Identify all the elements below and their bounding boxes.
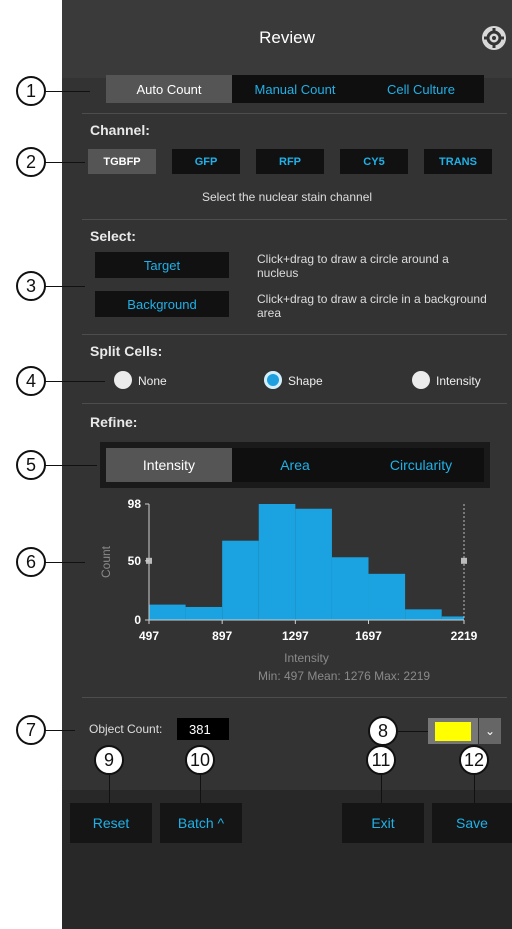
background-hint: Click+drag to draw a circle in a backgro… [257,292,487,320]
y-tick-label: 0 [134,613,141,627]
y-axis-label: Count [99,545,113,578]
channel-tgbfp[interactable]: TGBFP [88,149,156,174]
callout-leader [45,91,90,92]
callout-leader [109,775,110,803]
channel-trans[interactable]: TRANS [424,149,492,174]
callout-7: 7 [16,715,46,745]
callout-10: 10 [185,745,215,775]
callout-2: 2 [16,147,46,177]
callout-leader [45,562,85,563]
y-tick-label: 98 [128,497,142,511]
divider [82,403,507,404]
radio-none-label: None [138,374,167,388]
histogram-bar [441,616,464,620]
callout-12: 12 [459,745,489,775]
channel-gfp[interactable]: GFP [172,149,240,174]
object-count-label: Object Count: [89,722,163,736]
y-tick-label: 50 [128,554,142,568]
reset-button[interactable]: Reset [70,803,152,843]
callout-3: 3 [16,271,46,301]
callout-leader [398,731,428,732]
select-title: Select: [90,228,136,244]
histogram-bar [405,609,442,620]
callout-4: 4 [16,366,46,396]
histogram-bar [258,504,296,620]
tab-area[interactable]: Area [232,448,358,482]
max-threshold-handle [461,557,467,564]
exit-button[interactable]: Exit [342,803,424,843]
channel-hint: Select the nuclear stain channel [201,190,373,204]
callout-leader [381,775,382,803]
callout-5: 5 [16,450,46,480]
callout-1: 1 [16,76,46,106]
callout-9: 9 [94,745,124,775]
channel-title: Channel: [90,122,150,138]
callout-11: 11 [366,745,396,775]
chevron-down-icon[interactable]: ⌄ [479,718,501,744]
x-tick-label: 2219 [451,629,478,643]
callout-leader [45,162,85,163]
gear-icon[interactable] [482,26,506,50]
callout-leader [200,775,201,803]
tab-circularity[interactable]: Circularity [358,448,484,482]
callout-8: 8 [368,716,398,746]
x-tick-label: 497 [139,629,159,643]
callout-6: 6 [16,547,46,577]
x-tick-label: 1297 [282,629,309,643]
radio-none[interactable] [114,371,132,389]
batch-button[interactable]: Batch ^ [160,803,242,843]
tab-manual-count[interactable]: Manual Count [232,75,358,103]
color-swatch[interactable] [435,722,471,741]
refine-title: Refine: [90,414,138,430]
mode-tabs: Auto Count Manual Count Cell Culture [106,75,484,103]
save-button[interactable]: Save [432,803,512,843]
header: Review [62,0,512,78]
x-tick-label: 897 [212,629,232,643]
divider [82,113,507,114]
target-button[interactable]: Target [95,252,229,278]
page-title: Review [259,28,315,47]
callout-leader [45,381,105,382]
histogram-bar [295,508,332,620]
callout-leader [45,286,85,287]
review-panel: Review Auto Count Manual Count Cell Cult… [62,0,512,929]
radio-shape[interactable] [264,371,282,389]
tab-cell-culture[interactable]: Cell Culture [358,75,484,103]
histogram-bar [368,573,406,620]
radio-intensity-label: Intensity [436,374,481,388]
histogram-bar [331,557,369,620]
radio-shape-label: Shape [288,374,323,388]
callout-leader [474,775,475,803]
refine-tabs: Intensity Area Circularity [100,442,490,488]
x-tick-label: 1697 [355,629,382,643]
channel-rfp[interactable]: RFP [256,149,324,174]
divider [82,697,507,698]
background-button[interactable]: Background [95,291,229,317]
split-title: Split Cells: [90,343,163,359]
divider [82,219,507,220]
histogram-bar [222,540,259,620]
histogram-bar [149,604,186,620]
tab-auto-count[interactable]: Auto Count [106,75,232,103]
divider [82,334,507,335]
histogram-stats: Min: 497 Mean: 1276 Max: 2219 [258,669,430,683]
target-hint: Click+drag to draw a circle around a nuc… [257,252,449,280]
x-axis-label: Intensity [284,651,329,665]
radio-intensity[interactable] [412,371,430,389]
channel-cy5[interactable]: CY5 [340,149,408,174]
callout-leader [45,730,75,731]
histogram-bar [185,606,223,620]
intensity-histogram: 0 50 98 497 897 1297 1697 2219 Intensity Count Min… [99,497,478,683]
object-count-value: 381 [177,718,229,740]
callout-leader [45,465,97,466]
tab-intensity[interactable]: Intensity [106,448,232,482]
